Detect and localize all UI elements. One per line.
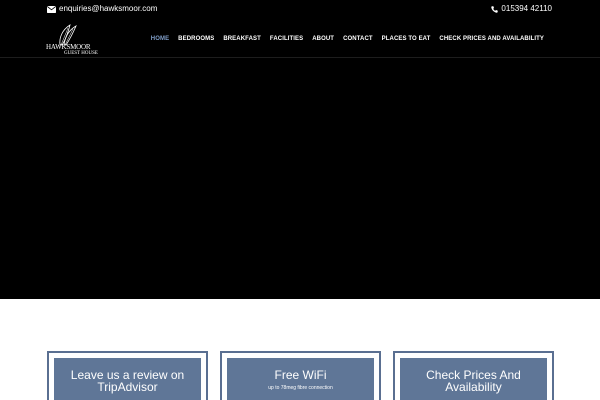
- check-prices-button[interactable]: Check Prices And Availability: [400, 358, 547, 400]
- logo-subtext: GUEST HOUSE: [64, 51, 98, 56]
- page: enquiries@hawksmoor.com 015394 42110 HAW…: [0, 0, 600, 400]
- email-text: enquiries@hawksmoor.com: [59, 4, 158, 13]
- nav-facilities[interactable]: FACILITIES: [270, 35, 303, 43]
- phone-icon: [491, 5, 499, 13]
- site-logo[interactable]: HAWKSMOOR GUEST HOUSE: [46, 24, 106, 58]
- card-subtitle: up to 78meg fibre connection: [268, 385, 333, 391]
- check-prices-card: Check Prices And Availability: [393, 351, 554, 400]
- phone-text: 015394 42110: [501, 4, 552, 13]
- nav-bedrooms[interactable]: BEDROOMS: [178, 35, 214, 43]
- wifi-button[interactable]: Free WiFi up to 78meg fibre connection: [227, 358, 374, 400]
- envelope-icon: [47, 5, 56, 13]
- card-title: Leave us a review on TripAdvisor: [70, 368, 185, 394]
- card-title: Free WiFi: [274, 368, 327, 382]
- wifi-card: Free WiFi up to 78meg fibre connection: [220, 351, 381, 400]
- nav-breakfast[interactable]: BREAKFAST: [223, 35, 261, 43]
- nav-contact[interactable]: CONTACT: [343, 35, 373, 43]
- main-nav: HOME BEDROOMS BREAKFAST FACILITIES ABOUT…: [151, 35, 544, 43]
- card-title: Check Prices And Availability: [426, 368, 521, 394]
- nav-about[interactable]: ABOUT: [312, 35, 334, 43]
- nav-places-to-eat[interactable]: PLACES TO EAT: [382, 35, 431, 43]
- nav-check-prices[interactable]: CHECK PRICES AND AVAILABILITY: [439, 35, 544, 43]
- email-link[interactable]: enquiries@hawksmoor.com: [47, 4, 157, 14]
- phone-link[interactable]: 015394 42110: [491, 4, 552, 14]
- site-header: HAWKSMOOR GUEST HOUSE HOME BEDROOMS BREA…: [0, 20, 600, 58]
- tripadvisor-button[interactable]: Leave us a review on TripAdvisor: [54, 358, 201, 400]
- top-contact-bar: enquiries@hawksmoor.com 015394 42110: [0, 0, 600, 20]
- tripadvisor-card: Leave us a review on TripAdvisor: [47, 351, 208, 400]
- nav-home[interactable]: HOME: [151, 35, 169, 43]
- logo-text: HAWKSMOOR: [46, 43, 91, 51]
